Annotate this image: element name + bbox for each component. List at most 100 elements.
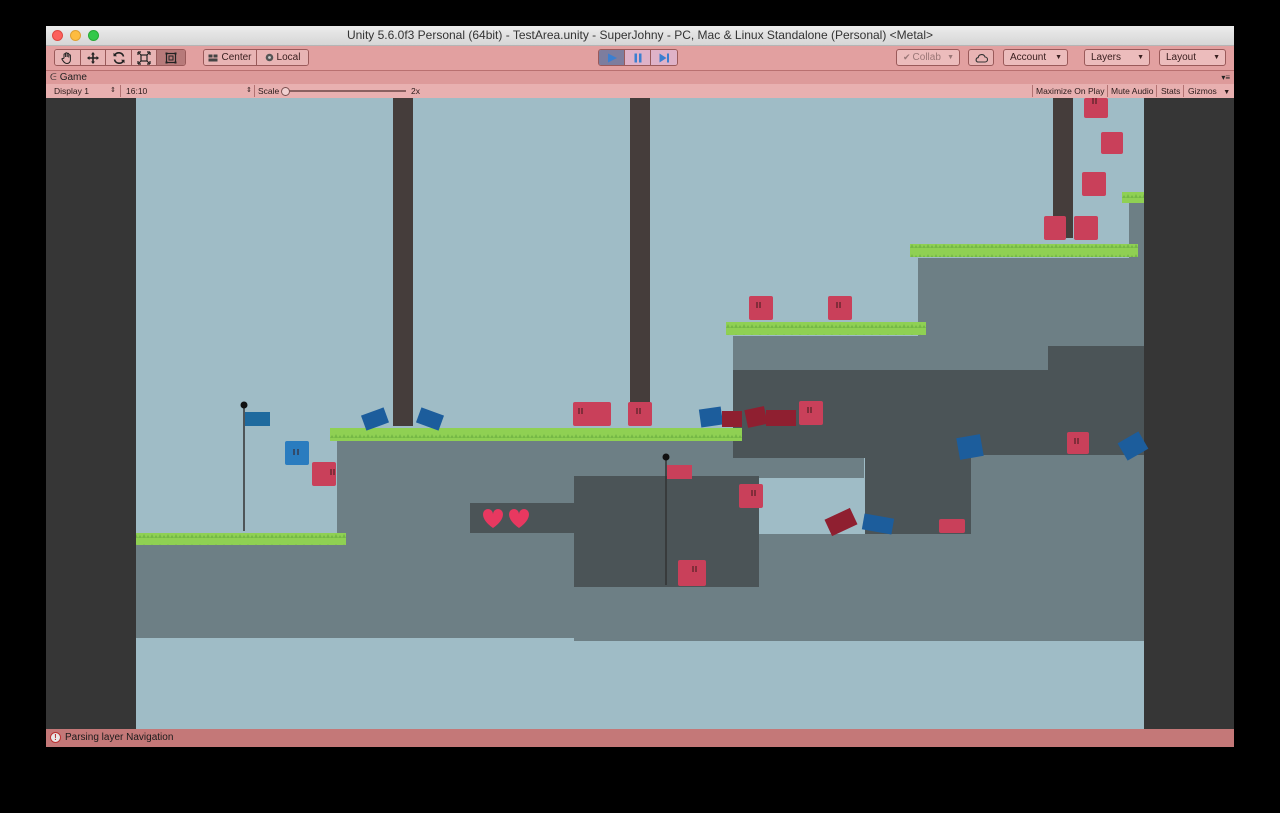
hand-tool-button[interactable]	[55, 50, 81, 65]
pivot-mode-toggle[interactable]: Center	[204, 50, 257, 65]
pivot-space-toggles: Center Local	[203, 49, 309, 66]
red-block	[1082, 172, 1106, 196]
red-block	[312, 462, 336, 486]
stats-toggle[interactable]: Stats	[1161, 84, 1180, 98]
tab-menu-icon[interactable]: ▾≡	[1221, 71, 1230, 84]
tree-trunk	[630, 98, 650, 411]
window-title: Unity 5.6.0f3 Personal (64bit) - TestAre…	[346, 28, 934, 42]
cloud-button[interactable]	[968, 49, 994, 66]
layers-dropdown[interactable]: Layers ▼	[1084, 49, 1150, 66]
layout-dropdown[interactable]: Layout ▼	[1159, 49, 1226, 66]
main-toolbar: Center Local ✔ Collab ▼ Account ▼ Layers…	[46, 46, 1234, 71]
step-button[interactable]	[651, 50, 677, 65]
play-controls	[598, 49, 678, 66]
scale-value: 2x	[411, 86, 420, 96]
red-block	[1044, 216, 1066, 240]
account-dropdown[interactable]: Account ▼	[1003, 49, 1068, 66]
game-controller-icon: ᕮ	[50, 72, 57, 82]
separator	[1107, 85, 1108, 97]
move-tool-button[interactable]	[80, 50, 107, 65]
play-button[interactable]	[599, 50, 625, 65]
gizmos-label: Gizmos	[1188, 86, 1217, 96]
step-forward-icon	[659, 53, 669, 62]
chevron-down-icon: ▼	[1055, 54, 1062, 61]
pivot-center-icon	[208, 54, 218, 61]
space-mode-toggle[interactable]: Local	[257, 50, 308, 65]
pause-button[interactable]	[625, 50, 651, 65]
grass-platform	[1122, 192, 1144, 203]
flag-pole-top	[240, 401, 248, 409]
scale-tool-button[interactable]	[131, 50, 158, 65]
zoom-window-button[interactable]	[88, 30, 99, 41]
layout-label: Layout	[1166, 52, 1197, 63]
ground-step	[971, 455, 1144, 641]
gizmos-dropdown[interactable]: Gizmos ▼	[1188, 84, 1230, 98]
game-viewport[interactable]	[46, 98, 1234, 729]
rotate-tool-button[interactable]	[106, 50, 132, 65]
ground-block	[337, 438, 574, 638]
move-arrows-icon	[86, 51, 99, 64]
hand-icon	[61, 51, 72, 64]
red-block	[739, 484, 763, 508]
start-flag	[245, 412, 270, 426]
minimize-window-button[interactable]	[70, 30, 81, 41]
right-letterbox	[1144, 98, 1234, 729]
account-label: Account	[1010, 52, 1047, 63]
rect-tool-button[interactable]	[157, 50, 185, 65]
warning-icon: !	[50, 731, 61, 743]
goal-flag	[667, 465, 692, 479]
red-block	[749, 296, 773, 320]
separator	[1183, 85, 1184, 97]
ground-step	[574, 587, 759, 641]
chevron-down-icon: ▼	[1213, 54, 1220, 61]
red-block	[678, 560, 706, 586]
separator	[1156, 85, 1157, 97]
play-icon	[607, 53, 617, 62]
scale-slider-track[interactable]	[284, 90, 406, 92]
game-tab-bar: ᕮ Game ▾≡	[46, 71, 1234, 84]
pause-icon	[634, 53, 641, 62]
check-icon: ✔	[903, 52, 911, 62]
collab-dropdown[interactable]: ✔ Collab ▼	[896, 49, 960, 66]
display-label: Display 1	[54, 86, 89, 96]
status-bar[interactable]: ! Parsing layer Navigation	[46, 729, 1234, 747]
ground-block	[1129, 198, 1144, 268]
red-block	[1074, 216, 1098, 240]
game-scene	[46, 98, 1234, 729]
maximize-on-play-toggle[interactable]: Maximize On Play	[1036, 84, 1105, 98]
transform-tools	[54, 49, 186, 66]
grass-platform	[136, 533, 346, 545]
game-tab-title: Game	[59, 72, 87, 83]
collab-label: Collab	[912, 52, 941, 63]
cloud-icon	[975, 54, 989, 63]
grass-platform	[910, 244, 1138, 257]
unity-editor-window: Unity 5.6.0f3 Personal (64bit) - TestAre…	[46, 26, 1234, 747]
aspect-dropdown[interactable]: 16:10 ⇕	[126, 84, 252, 98]
tree-trunk	[393, 98, 413, 426]
status-message: Parsing layer Navigation	[65, 732, 174, 743]
updown-arrows-icon: ⇕	[246, 87, 252, 94]
separator	[1032, 85, 1033, 97]
game-tab[interactable]: ᕮ Game	[50, 71, 87, 84]
ground-step	[759, 534, 971, 641]
scale-label: Scale	[258, 86, 280, 96]
rotate-icon	[113, 51, 125, 64]
close-window-button[interactable]	[52, 30, 63, 41]
scale-icon	[137, 50, 151, 65]
grass-platform	[726, 322, 926, 335]
layers-label: Layers	[1091, 52, 1122, 63]
red-block	[939, 519, 965, 533]
aspect-label: 16:10	[126, 86, 148, 96]
space-mode-label: Local	[276, 52, 301, 63]
separator	[254, 85, 255, 97]
chevron-down-icon: ▼	[1137, 54, 1144, 61]
pivot-mode-label: Center	[221, 52, 252, 63]
title-bar[interactable]: Unity 5.6.0f3 Personal (64bit) - TestAre…	[46, 26, 1234, 46]
mute-audio-toggle[interactable]: Mute Audio	[1111, 84, 1154, 98]
left-letterbox	[46, 98, 136, 729]
local-space-icon	[265, 53, 273, 62]
chevron-down-icon: ▼	[1223, 89, 1231, 96]
scale-slider-thumb[interactable]	[281, 87, 290, 96]
display-dropdown[interactable]: Display 1 ⇕	[54, 84, 116, 98]
rect-transform-icon	[165, 52, 177, 63]
